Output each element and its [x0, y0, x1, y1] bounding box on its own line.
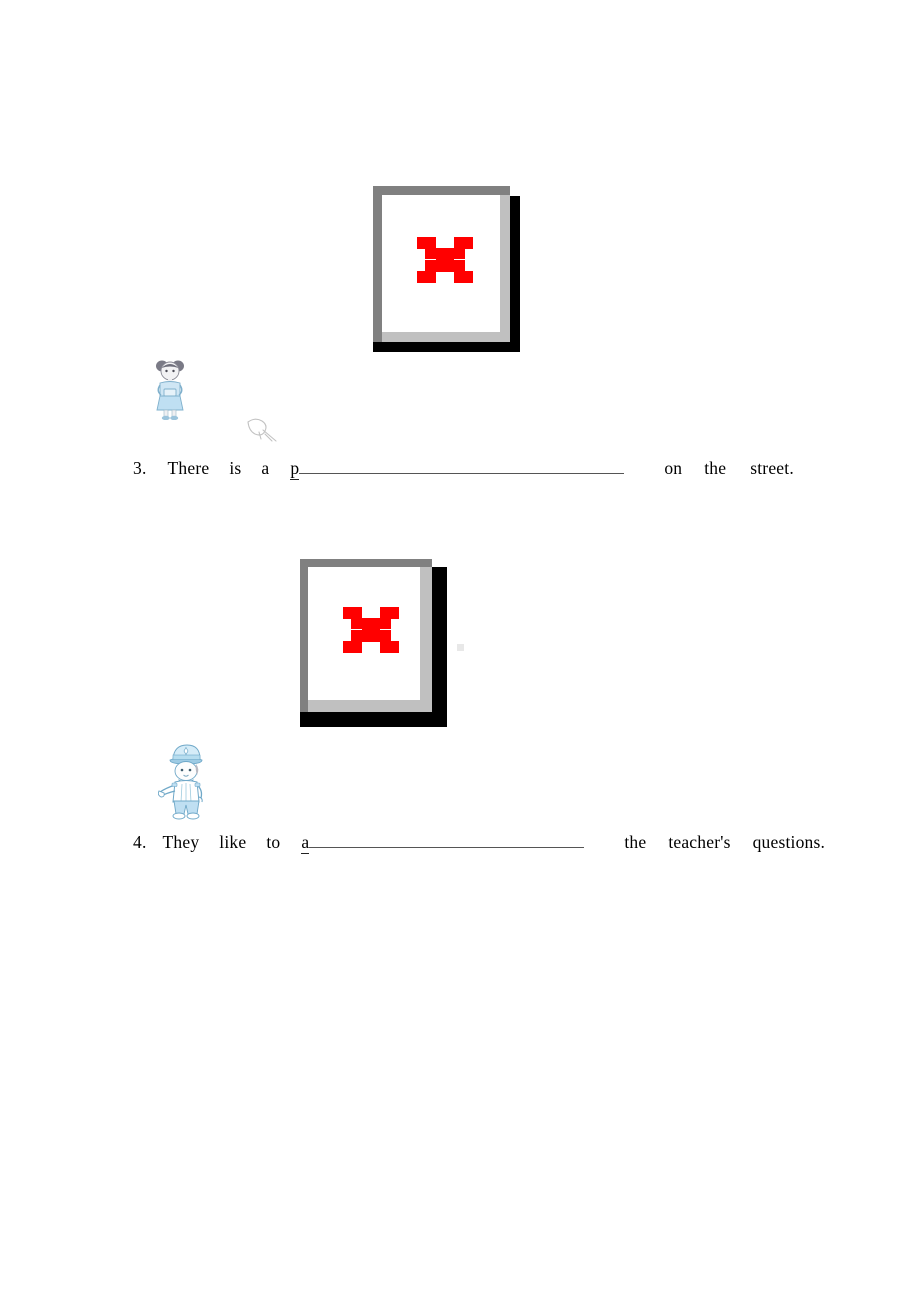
question-word: like — [219, 832, 247, 852]
broken-image-placeholder-2 — [300, 559, 447, 727]
police-officer-clipart — [158, 744, 203, 820]
placeholder-bevel-right — [420, 567, 432, 712]
placeholder-shadow-bottom — [373, 342, 520, 352]
broken-image-x-icon — [417, 237, 473, 283]
question-number: 3. — [133, 458, 147, 478]
broken-image-placeholder-1 — [373, 186, 520, 352]
placeholder-border-left — [300, 559, 308, 712]
question-number: 4. — [133, 832, 147, 852]
question-word: There — [167, 458, 210, 478]
worksheet-page: 3. There is a p on the street. 4. They l… — [0, 0, 920, 1302]
girl-clipart — [156, 360, 184, 420]
question-word: the — [624, 832, 647, 852]
stray-pixel-artifact — [457, 644, 464, 651]
question-word: street. — [750, 458, 794, 478]
answer-blank-3[interactable] — [299, 456, 625, 474]
blank-lead-letter: a — [301, 832, 310, 854]
question-word: is — [229, 458, 242, 478]
placeholder-bevel-right — [500, 195, 510, 342]
answer-blank-4[interactable] — [309, 830, 585, 848]
question-word: a — [261, 458, 270, 478]
pencil-sketch-doodle — [247, 418, 277, 442]
question-word: to — [266, 832, 281, 852]
blank-lead-letter: p — [290, 458, 300, 480]
question-word: They — [162, 832, 200, 852]
placeholder-shadow-bottom — [300, 712, 447, 727]
placeholder-border-top — [300, 559, 432, 567]
placeholder-border-top — [373, 186, 510, 195]
question-line-3: 3. There is a p on the street. — [133, 456, 794, 480]
placeholder-border-left — [373, 186, 382, 342]
question-line-4: 4. They like to a the teacher's questions. — [133, 830, 825, 854]
placeholder-shadow-right — [510, 196, 520, 352]
broken-image-x-icon — [343, 607, 399, 653]
placeholder-shadow-right — [432, 567, 447, 727]
question-word: on — [664, 458, 683, 478]
question-word: teacher's — [668, 832, 731, 852]
question-word: questions. — [752, 832, 826, 852]
placeholder-bevel-bottom — [308, 700, 432, 712]
question-word: the — [704, 458, 727, 478]
placeholder-bevel-bottom — [382, 332, 510, 342]
